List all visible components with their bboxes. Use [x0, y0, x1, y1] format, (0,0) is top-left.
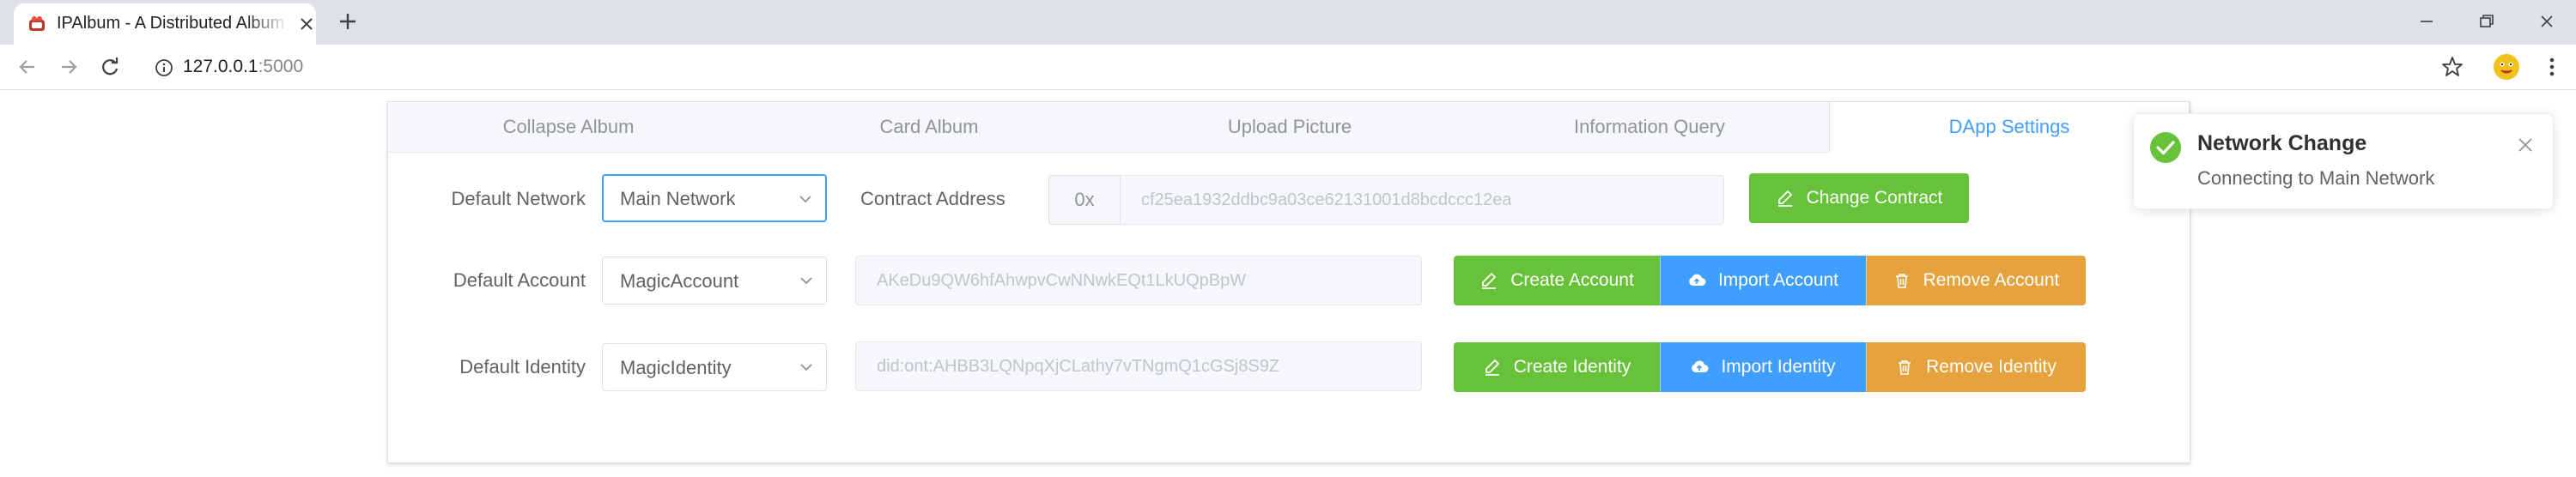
tab-upload-picture[interactable]: Upload Picture [1109, 102, 1470, 152]
notification-toast: Network Change Connecting to Main Networ… [2133, 113, 2554, 209]
contract-address-label: Contract Address [860, 188, 1005, 209]
create-account-button[interactable]: Create Account [1454, 256, 1660, 305]
create-identity-label: Create Identity [1513, 357, 1631, 377]
browser-tab-strip: IPAlbum - A Distributed Album [0, 0, 2576, 45]
window-close-icon[interactable] [2533, 9, 2561, 34]
import-identity-label: Import Identity [1721, 357, 1836, 377]
kebab-menu-icon[interactable] [2540, 55, 2564, 79]
remove-account-label: Remove Account [1923, 270, 2060, 290]
edit-icon [1777, 190, 1792, 207]
browser-tab-title: IPAlbum - A Distributed Album [57, 14, 285, 33]
import-identity-button[interactable]: Import Identity [1660, 342, 1866, 392]
edit-icon [1485, 359, 1499, 376]
create-identity-button[interactable]: Create Identity [1454, 342, 1660, 392]
network-select-value: Main Network [620, 188, 736, 209]
settings-card: Collapse Album Card Album Upload Picture… [387, 101, 2190, 463]
app-favicon-icon [29, 16, 45, 31]
star-icon[interactable] [2440, 55, 2464, 79]
notification-title: Network Change [2197, 131, 2367, 155]
reload-icon[interactable] [98, 55, 122, 79]
profile-face-icon [2500, 62, 2513, 74]
contract-address-group: 0x cf25ea1932ddbc9a03ce62131001d8bcdccc1… [1048, 175, 1724, 225]
close-icon[interactable] [2517, 136, 2534, 154]
tab-card-album[interactable]: Card Album [749, 102, 1109, 152]
avatar[interactable] [2494, 54, 2519, 80]
identity-select-value: MagicIdentity [620, 357, 732, 378]
default-account-label: Default Account [453, 269, 586, 291]
identity-select[interactable]: MagicIdentity [602, 343, 827, 391]
account-select[interactable]: MagicAccount [602, 257, 827, 305]
plus-icon[interactable] [337, 10, 359, 33]
edit-icon [1482, 273, 1497, 289]
contract-address-input[interactable]: cf25ea1932ddbc9a03ce62131001d8bcdccc12ea [1120, 175, 1724, 225]
change-contract-button[interactable]: Change Contract [1749, 173, 1969, 223]
trash-icon [1899, 360, 1911, 375]
success-check-icon [2150, 132, 2181, 163]
default-identity-label: Default Identity [459, 356, 586, 377]
identity-ontid-input[interactable]: did:ont:AHBB3LQNpqXjCLathy7vTNgmQ1cGSj8S… [855, 341, 1422, 391]
remove-identity-button[interactable]: Remove Identity [1866, 342, 2086, 392]
tabs-header: Collapse Album Card Album Upload Picture… [388, 102, 2190, 153]
tab-collapse-album[interactable]: Collapse Album [388, 102, 749, 152]
back-arrow-icon[interactable] [15, 55, 39, 79]
address-bar[interactable]: 127.0.0.1:5000 [183, 57, 303, 77]
notification-message: Connecting to Main Network [2197, 167, 2435, 189]
browser-tab[interactable]: IPAlbum - A Distributed Album [14, 3, 316, 45]
account-address-input[interactable]: AKeDu9QW6hfAhwpvCwNNwkEQt1LkUQpBpW [855, 256, 1422, 305]
close-icon[interactable] [297, 15, 316, 33]
change-contract-label: Change Contract [1806, 188, 1943, 208]
import-account-button[interactable]: Import Account [1660, 256, 1866, 305]
restore-icon[interactable] [2473, 9, 2500, 34]
forward-arrow-icon[interactable] [57, 55, 81, 79]
upload-cloud-icon [1692, 360, 1709, 372]
info-icon[interactable] [155, 58, 173, 77]
url-port: :5000 [258, 57, 304, 76]
contract-prefix: 0x [1048, 175, 1121, 225]
chevron-down-icon [800, 364, 812, 371]
chevron-down-icon [799, 196, 811, 203]
import-account-label: Import Account [1717, 270, 1839, 290]
remove-account-button[interactable]: Remove Account [1866, 256, 2086, 305]
minimize-icon[interactable] [2413, 9, 2440, 34]
create-account-label: Create Account [1510, 270, 1634, 290]
account-select-value: MagicAccount [620, 270, 739, 292]
upload-cloud-icon [1689, 274, 1706, 286]
tab-information-query[interactable]: Information Query [1470, 102, 1829, 152]
default-network-label: Default Network [451, 188, 586, 209]
chevron-down-icon [800, 277, 812, 285]
browser-toolbar: 127.0.0.1:5000 [0, 45, 2576, 90]
url-host: 127.0.0.1 [183, 57, 258, 76]
network-select[interactable]: Main Network [602, 174, 827, 222]
trash-icon [1895, 274, 1908, 288]
remove-identity-label: Remove Identity [1926, 357, 2057, 377]
